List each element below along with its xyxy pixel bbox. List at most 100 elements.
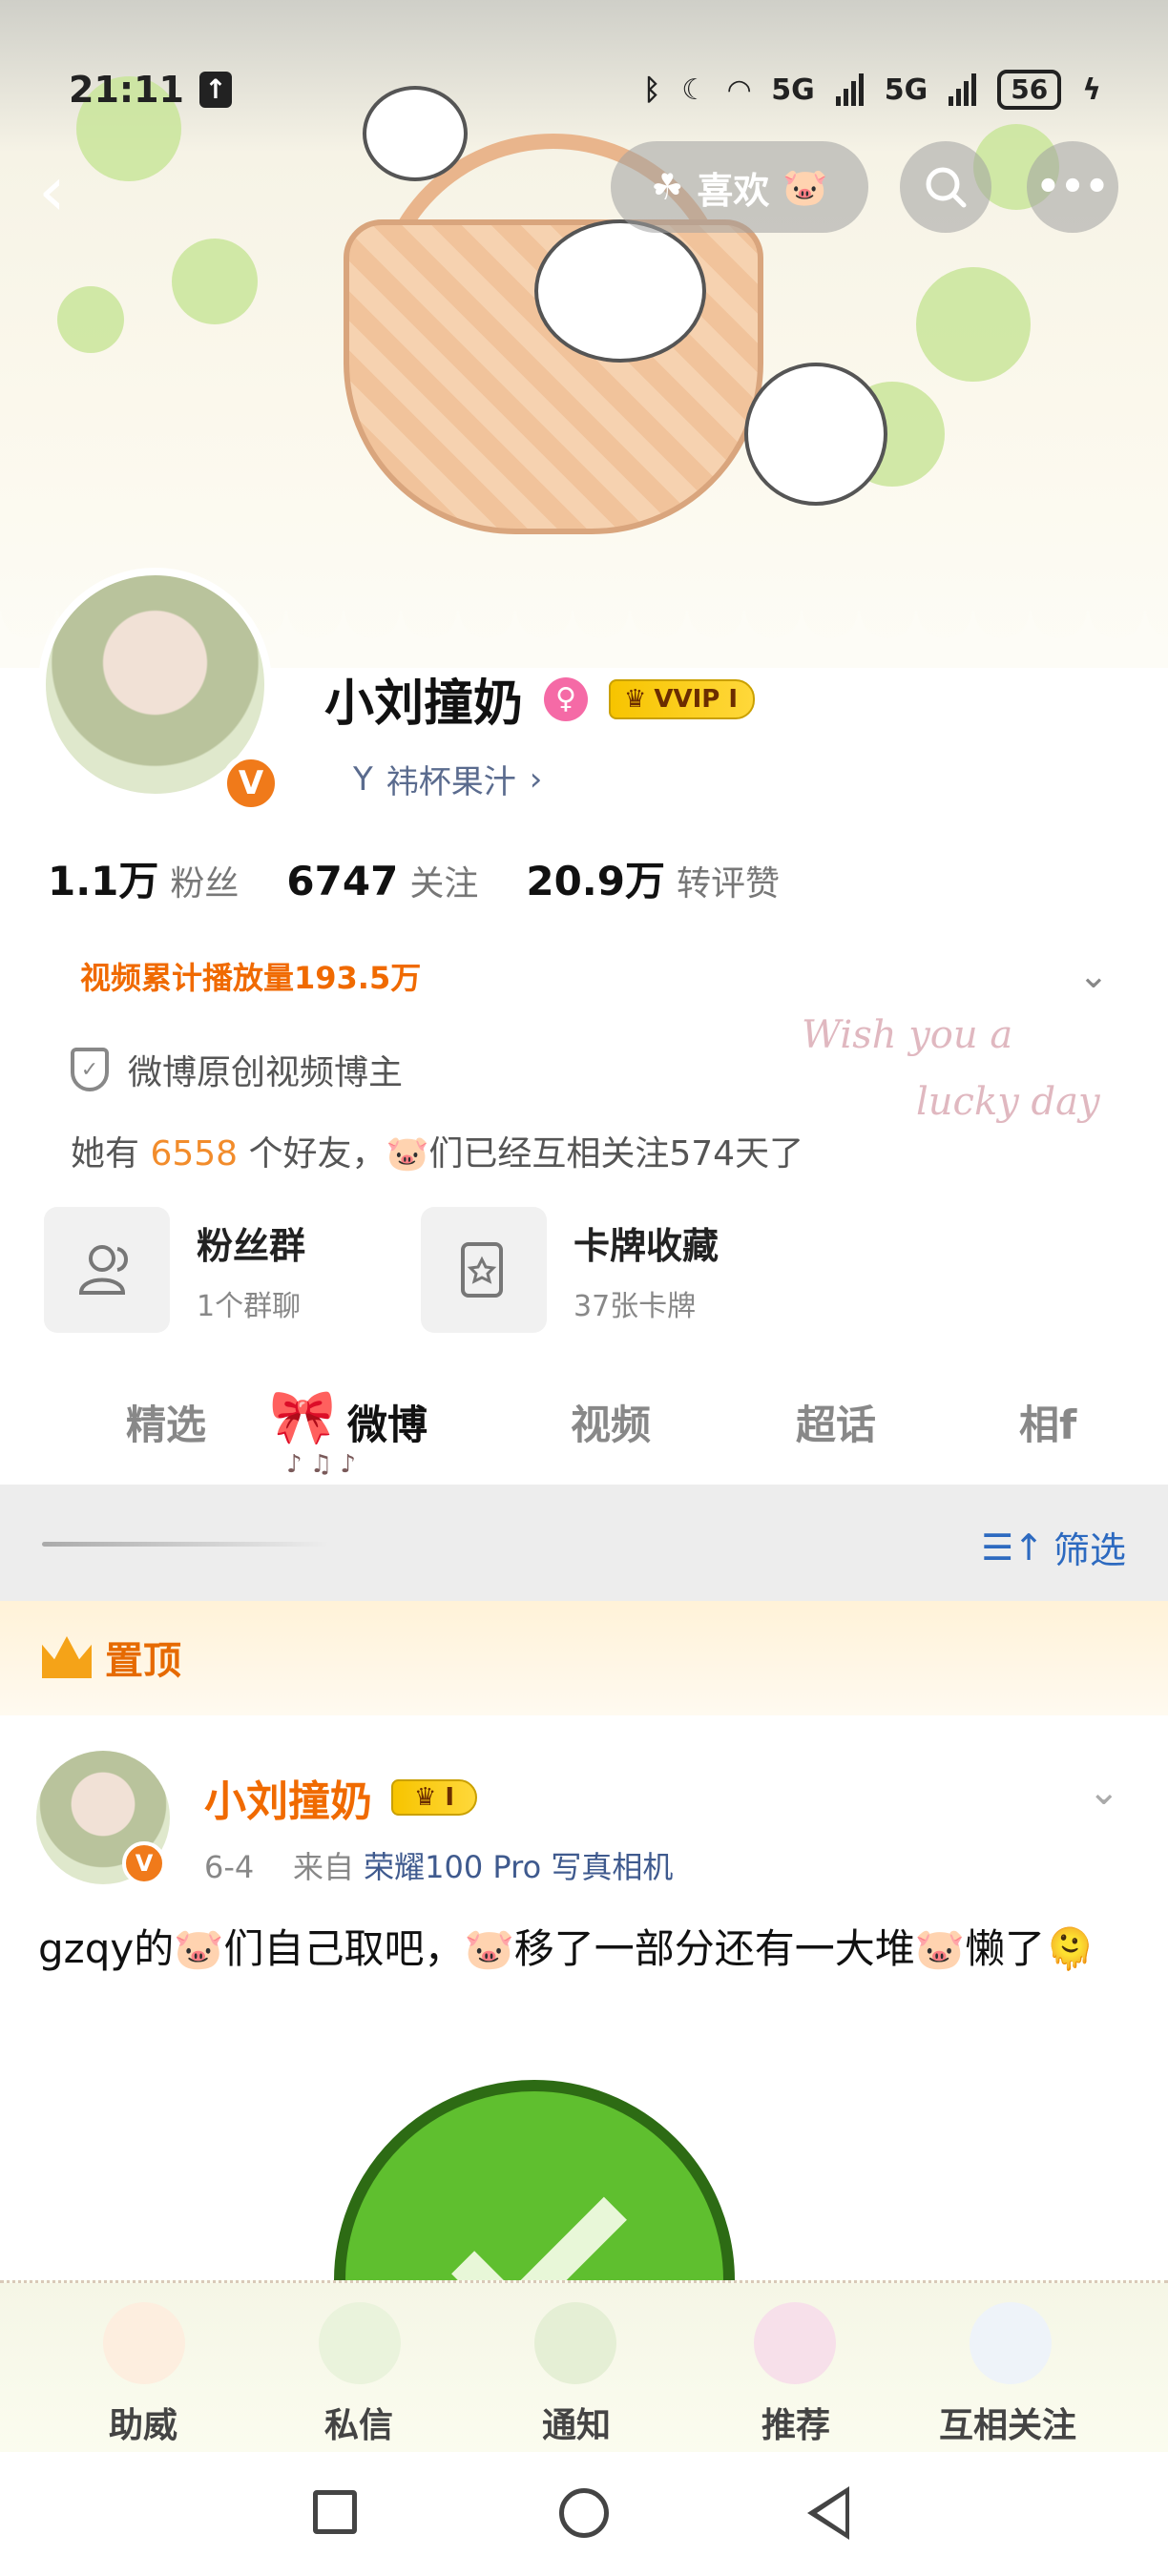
- system-navigation-bar: [0, 2452, 1168, 2576]
- bunny-illustration: [534, 219, 706, 363]
- filter-button[interactable]: ☰↑ 筛选: [981, 1521, 1126, 1573]
- card-subtitle: 1个群聊: [197, 1289, 302, 1323]
- card-subtitle: 37张卡牌: [574, 1289, 697, 1323]
- tab-weibo[interactable]: 微博: [347, 1393, 428, 1451]
- more-icon: •••: [1035, 165, 1110, 209]
- progress-line: [42, 1542, 328, 1547]
- card-icon: [421, 1207, 547, 1333]
- signal-icon-2: [949, 73, 977, 106]
- wish-line-2: lucky day: [916, 1080, 1100, 1124]
- signal-icon: [835, 73, 864, 106]
- wish-decoration: Wish you a lucky day: [802, 1002, 1100, 1135]
- vvip-badge[interactable]: ♛ VVIP I: [609, 678, 756, 719]
- status-bar: 21:11 ↑ ᛒ ☾ ◠ 5G 5G 56 ϟ: [0, 0, 1168, 134]
- bluetooth-icon: ᛒ: [643, 73, 661, 107]
- wifi-icon: ◠: [728, 73, 751, 107]
- group-name: 祎杯果汁: [386, 763, 516, 801]
- mutual-friends-row[interactable]: 她有 6558 个好友，🐷们已经互相关注574天了: [71, 1126, 803, 1175]
- username: 小刘撞奶: [324, 675, 524, 733]
- recents-icon[interactable]: [313, 2490, 357, 2534]
- cup-icon: Y: [353, 759, 373, 799]
- bottom-tab-bar: 助威 私信 通知 推荐 互相关注: [0, 2280, 1168, 2452]
- like-label: 喜欢: [697, 169, 770, 212]
- post-author[interactable]: 小刘撞奶: [204, 1767, 372, 1828]
- search-button[interactable]: [900, 141, 991, 233]
- filter-label: 筛选: [1053, 1529, 1126, 1571]
- card-title: 粉丝群: [197, 1224, 306, 1267]
- shield-icon: ✓: [71, 1048, 109, 1091]
- crown-icon: [42, 1636, 92, 1678]
- group-icon: [44, 1207, 170, 1333]
- vip-badge[interactable]: ♛ I: [391, 1779, 478, 1816]
- rabbit-icon: ☘: [651, 166, 684, 208]
- cat-icon: [103, 2302, 185, 2384]
- filter-bar: ☰↑ 筛选: [0, 1485, 1168, 1601]
- pinned-label: 置顶: [105, 1639, 181, 1683]
- tab-featured[interactable]: 精选: [126, 1393, 206, 1451]
- post-meta: 6-4 来自 荣耀100 Pro 写真相机: [204, 1843, 673, 1887]
- bear-icon: [970, 2302, 1052, 2384]
- friends-suffix: 个好友，🐷们已经互相关注574天了: [248, 1134, 804, 1174]
- home-icon[interactable]: [559, 2488, 609, 2538]
- group-link[interactable]: Y 祎杯果汁 ›: [353, 756, 542, 802]
- status-time: 21:11: [69, 69, 184, 111]
- tab-album[interactable]: 相f: [1019, 1393, 1076, 1451]
- like-button[interactable]: ☘ 喜欢 🐷: [611, 141, 868, 233]
- more-button[interactable]: •••: [1027, 141, 1118, 233]
- card-title: 卡牌收藏: [574, 1224, 720, 1267]
- female-icon: ♀: [544, 676, 589, 721]
- network-label-1: 5G: [771, 73, 815, 107]
- certification-label: 微博原创视频博主: [128, 1053, 404, 1092]
- chevron-down-icon[interactable]: ⌄: [1078, 954, 1109, 996]
- stat-following[interactable]: 6747 关注: [286, 856, 478, 905]
- pinned-label-row: 置顶: [42, 1630, 181, 1685]
- fan-group-card[interactable]: 粉丝群 1个群聊: [44, 1207, 421, 1333]
- battery-indicator: 56: [997, 70, 1062, 110]
- network-label-2: 5G: [884, 73, 928, 107]
- certification-row[interactable]: ✓ 微博原创视频博主: [71, 1045, 403, 1094]
- video-play-count: 视频累计播放量193.5万: [80, 960, 422, 996]
- stats-row: 1.1万 粉丝 6747 关注 20.9万 转评赞: [48, 849, 827, 907]
- charging-icon: ϟ: [1082, 73, 1101, 107]
- sort-icon: ☰↑: [981, 1526, 1044, 1568]
- vip-label: I: [445, 1783, 455, 1812]
- stat-label: 粉丝: [170, 864, 240, 904]
- wish-line-1: Wish you a: [802, 1013, 1013, 1057]
- card-collection-card[interactable]: 卡牌收藏 37张卡牌: [421, 1207, 798, 1333]
- feature-cards: 粉丝群 1个群聊 卡牌收藏 37张卡牌: [44, 1207, 798, 1333]
- stat-number: 1.1万: [48, 858, 159, 904]
- stat-number: 20.9万: [526, 858, 665, 904]
- pig-icon: [754, 2302, 836, 2384]
- crown-icon: ♛: [624, 684, 647, 714]
- tab-messages[interactable]: 私信: [324, 2398, 393, 2447]
- friends-count: 6558: [150, 1134, 239, 1174]
- friends-prefix: 她有: [71, 1134, 140, 1174]
- name-row: 小刘撞奶 ♀ ♛ VVIP I: [324, 663, 756, 735]
- bow-icon: 🎀: [269, 1386, 336, 1448]
- stat-followers[interactable]: 1.1万 粉丝: [48, 849, 239, 907]
- upload-icon: ↑: [198, 72, 232, 108]
- stat-number: 6747: [286, 858, 399, 904]
- bunny-illustration-2: [744, 363, 887, 506]
- music-notes-icon: ♪ ♫ ♪: [286, 1450, 357, 1479]
- tab-notifications[interactable]: 通知: [542, 2398, 611, 2447]
- tab-cheer[interactable]: 助威: [109, 2398, 177, 2447]
- chevron-down-icon[interactable]: ⌄: [1088, 1770, 1120, 1814]
- stat-label: 转评赞: [676, 864, 780, 904]
- post-image[interactable]: [38, 2061, 1130, 2280]
- stat-interactions[interactable]: 20.9万 转评赞: [526, 849, 780, 907]
- tab-super-topic[interactable]: 超话: [796, 1393, 876, 1451]
- post-text: gzqy的🐷们自己取吧，🐷移了一部分还有一大堆🐷懒了🫠: [38, 1925, 1095, 1972]
- verified-badge: V: [122, 1841, 166, 1885]
- tab-mutual-follow[interactable]: 互相关注: [939, 2398, 1076, 2447]
- search-icon: [926, 167, 967, 208]
- back-icon[interactable]: ‹: [38, 156, 95, 225]
- moon-icon: ☾: [681, 73, 708, 107]
- stat-label: 关注: [409, 864, 479, 904]
- tab-video[interactable]: 视频: [571, 1393, 651, 1451]
- post-author-row: 小刘撞奶 ♛ I: [204, 1767, 478, 1828]
- pig-emoji-icon: 🐷: [782, 165, 828, 208]
- tab-recommend[interactable]: 推荐: [761, 2398, 830, 2447]
- post-date: 6-4: [204, 1849, 255, 1885]
- post-source[interactable]: 荣耀100 Pro 写真相机: [364, 1849, 673, 1885]
